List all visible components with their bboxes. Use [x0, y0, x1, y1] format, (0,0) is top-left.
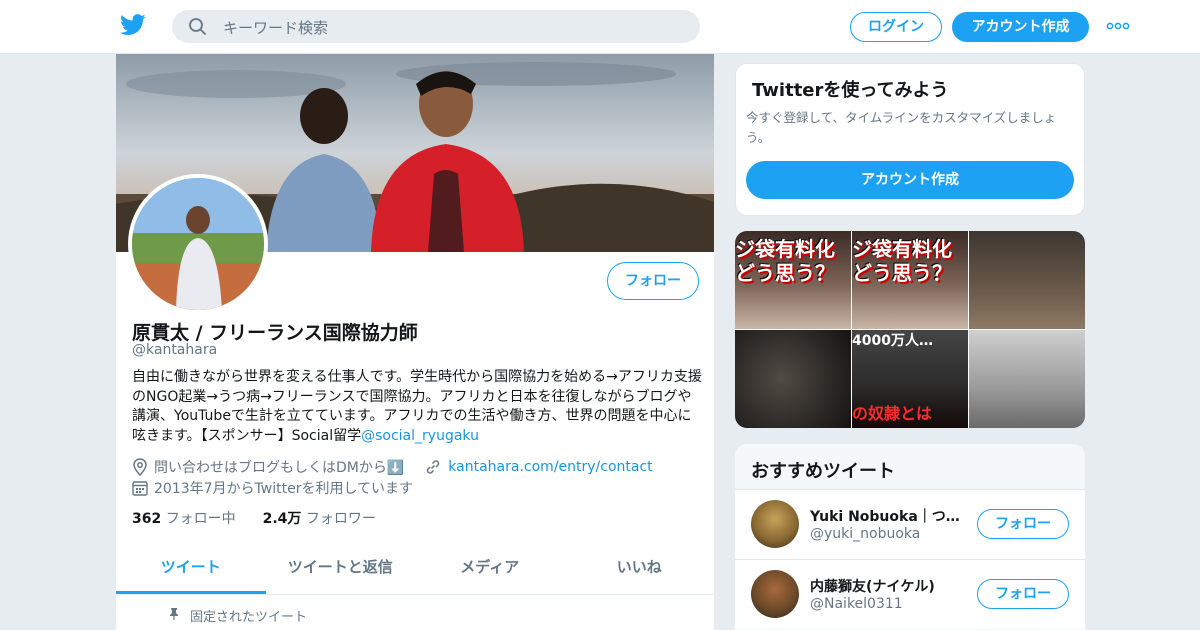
search-icon: [189, 18, 206, 35]
signup-card-button[interactable]: アカウント作成: [746, 161, 1074, 199]
follow-button[interactable]: フォロー: [607, 262, 699, 300]
recommended-account-handle: @Naikel0311: [810, 596, 903, 612]
media-tile[interactable]: [969, 330, 1085, 428]
profile-bio: 自由に働きながら世界を変える仕事人です。学生時代から国際協力を始める→アフリカ支…: [132, 368, 702, 446]
follow-button[interactable]: フォロー: [977, 509, 1069, 539]
recommended-account-name[interactable]: 内藤獅友(ナイケル): [810, 576, 966, 596]
followers-count-link[interactable]: 2.4万 フォロワー: [263, 511, 376, 527]
twitter-logo-icon[interactable]: [120, 14, 146, 36]
profile-joined-date: 2013年7月からTwitterを利用しています: [154, 481, 414, 497]
recommended-account-name[interactable]: Yuki Nobuoka｜つぎ...: [810, 506, 966, 526]
avatar-photo: [132, 178, 264, 310]
followers-label: フォロワー: [305, 511, 376, 527]
more-options-icon[interactable]: [1106, 21, 1130, 31]
signup-button[interactable]: アカウント作成: [952, 12, 1089, 42]
recommended-account-handle: @yuki_nobuoka: [810, 526, 921, 542]
profile-url-link[interactable]: kantahara.com/entry/contact: [448, 459, 652, 475]
recommended-title: おすすめツイート: [751, 461, 895, 482]
signup-card-title: Twitterを使ってみよう: [752, 80, 949, 101]
following-count-link[interactable]: 362 フォロー中: [132, 511, 236, 527]
tab-tweets-and-replies[interactable]: ツイートと返信: [266, 545, 416, 594]
login-button[interactable]: ログイン: [850, 12, 942, 42]
media-tile[interactable]: 4000万人… の奴隷とは: [852, 330, 968, 428]
bio-mention-link[interactable]: @social_ryugaku: [361, 428, 479, 444]
media-tile[interactable]: [969, 231, 1085, 329]
profile-avatar[interactable]: [128, 174, 268, 314]
media-tile-caption: ジ袋有料化 どう思う？: [735, 237, 835, 285]
recommended-account-item[interactable]: Yuki Nobuoka｜つぎ... @yuki_nobuoka フォロー: [735, 489, 1085, 559]
pinned-tweet-label: 固定されたツイート: [190, 610, 308, 625]
follow-button[interactable]: フォロー: [977, 579, 1069, 609]
following-count: 362: [132, 511, 162, 527]
recommended-accounts: おすすめツイート Yuki Nobuoka｜つぎ... @yuki_nobuok…: [735, 444, 1085, 630]
avatar[interactable]: [751, 500, 799, 548]
link-icon: [427, 460, 440, 474]
media-grid: ジ袋有料化 どう思う？ ジ袋有料化 どう思う？ 4000万人… の奴隷とは: [735, 231, 1085, 428]
profile-name: 原貫太 / フリーランス国際協力師: [132, 322, 418, 344]
profile-column: フォロー 原貫太 / フリーランス国際協力師 @kantahara 自由に働きな…: [116, 54, 714, 630]
following-label: フォロー中: [165, 511, 236, 527]
search-box[interactable]: キーワード検索: [172, 10, 700, 43]
location-icon: [133, 458, 147, 476]
media-tile-caption: の奴隷とは: [852, 404, 933, 423]
profile-joined-row: 2013年7月からTwitterを利用しています: [132, 478, 413, 498]
profile-location: 問い合わせはブログもしくはDMから⬇️: [154, 460, 405, 476]
tab-likes[interactable]: いいね: [565, 545, 715, 594]
recommended-account-item[interactable]: 内藤獅友(ナイケル) @Naikel0311 フォロー: [735, 559, 1085, 629]
media-tile[interactable]: ジ袋有料化 どう思う？: [735, 231, 851, 329]
avatar[interactable]: [751, 570, 799, 618]
media-tile[interactable]: ジ袋有料化 どう思う？: [852, 231, 968, 329]
top-bar: キーワード検索 ログイン アカウント作成: [0, 0, 1200, 54]
media-tile-caption: ジ袋有料化 どう思う？: [852, 237, 952, 285]
tab-media[interactable]: メディア: [415, 545, 565, 594]
media-tile-caption: 4000万人…: [852, 333, 933, 349]
profile-tabs: ツイート ツイートと返信 メディア いいね: [116, 545, 714, 595]
media-tile[interactable]: [735, 330, 851, 428]
calendar-icon: [132, 481, 148, 496]
signup-card-text: 今すぐ登録して、タイムラインをカスタマイズしましょう。: [746, 110, 1057, 145]
profile-handle[interactable]: @kantahara: [132, 342, 217, 358]
followers-count: 2.4万: [262, 511, 302, 527]
search-input[interactable]: キーワード検索: [223, 17, 328, 38]
profile-meta-row: 問い合わせはブログもしくはDMから⬇️ kantahara.com/entry/…: [132, 457, 653, 477]
tab-tweets[interactable]: ツイート: [116, 545, 266, 594]
signup-card: Twitterを使ってみよう 今すぐ登録して、タイムラインをカスタマイズしましょ…: [735, 63, 1085, 216]
pin-icon: [170, 608, 178, 620]
profile-counts: 362 フォロー中 2.4万 フォロワー: [132, 508, 376, 528]
